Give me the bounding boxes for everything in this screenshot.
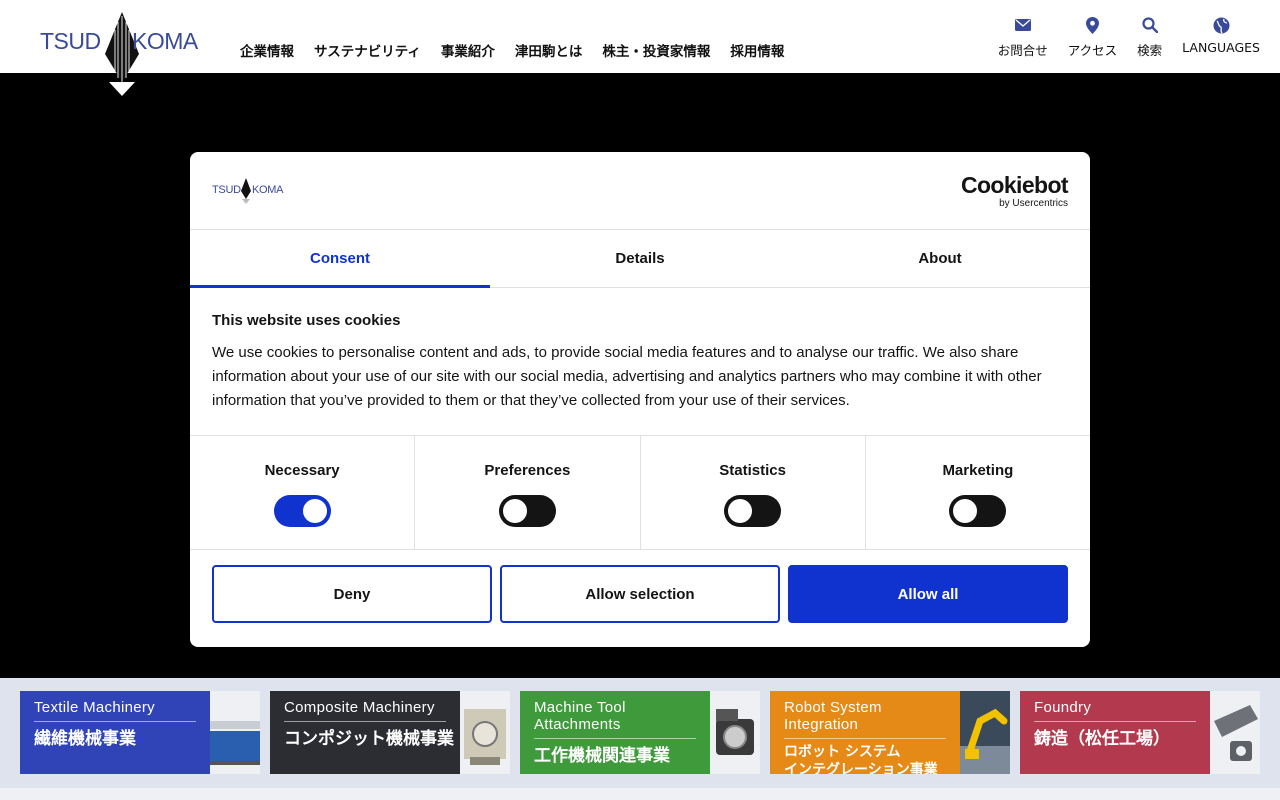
- textile-machine-image: [180, 691, 260, 774]
- allow-all-button[interactable]: Allow all: [788, 565, 1068, 623]
- search-link[interactable]: 検索: [1137, 14, 1162, 59]
- banner-text: Composite Machinery コンポジット機械事業: [270, 691, 460, 774]
- dialog-logo-emblem-icon: [241, 178, 251, 204]
- banner-text: Foundry 鋳造（松任工場）: [1020, 691, 1210, 774]
- dialog-logo-right: KOMA: [252, 184, 284, 196]
- banner-text: Robot System Integration ロボット システム インテグレ…: [770, 691, 960, 774]
- dialog-logo-left: TSUD: [212, 184, 241, 196]
- toggle-knob: [302, 499, 327, 523]
- necessary-toggle[interactable]: [273, 495, 331, 527]
- utility-nav: お問合せ アクセス 検索 LANGUAGES: [998, 14, 1260, 59]
- cookiebot-wordmark: Cookiebot: [960, 172, 1069, 198]
- banner-textile[interactable]: Textile Machinery 繊維機械事業: [20, 691, 260, 774]
- nav-item-business[interactable]: 事業紹介: [441, 40, 495, 60]
- cookiebot-subtitle: by Usercentrics: [999, 198, 1068, 209]
- map-pin-icon: [1085, 14, 1099, 36]
- dialog-text: We use cookies to personalise content an…: [212, 344, 1042, 409]
- banner-text: Machine Tool Attachments 工作機械関連事業: [520, 691, 710, 774]
- dialog-tabs: Consent Details About: [190, 230, 1090, 288]
- contact-label: お問合せ: [997, 43, 1048, 58]
- tab-details[interactable]: Details: [490, 230, 790, 287]
- nav-item-investors[interactable]: 株主・投資家情報: [602, 40, 710, 60]
- site-header: TSUD KOMA 企業情報 サステナビリティ 事業紹介 津田駒とは 株主・投資…: [0, 0, 1280, 96]
- banner-composite[interactable]: Composite Machinery コンポジット機械事業: [270, 691, 510, 774]
- toggle-knob: [953, 499, 978, 523]
- category-statistics: Statistics: [641, 436, 866, 549]
- banner-text: Textile Machinery 繊維機械事業: [20, 691, 210, 774]
- access-link[interactable]: アクセス: [1068, 14, 1117, 59]
- toggle-knob: [502, 499, 527, 523]
- category-preferences: Preferences: [415, 436, 641, 549]
- search-label: 検索: [1137, 43, 1163, 58]
- composite-machine-image: [460, 691, 510, 774]
- toggle-knob: [728, 499, 753, 523]
- cookiebot-brand[interactable]: Cookiebot by Usercentrics: [960, 172, 1069, 210]
- mail-icon: [1014, 14, 1031, 36]
- contact-link[interactable]: お問合せ: [998, 14, 1048, 59]
- category-marketing: Marketing: [866, 436, 1090, 549]
- banner-jp-title: 鋳造（松任工場）: [1034, 729, 1170, 749]
- banner-foundry[interactable]: Foundry 鋳造（松任工場）: [1020, 691, 1260, 774]
- nav-item-sustainability[interactable]: サステナビリティ: [314, 40, 421, 60]
- search-icon: [1142, 14, 1158, 36]
- deny-button[interactable]: Deny: [212, 565, 492, 623]
- preferences-toggle[interactable]: [498, 495, 556, 527]
- category-label: Statistics: [719, 462, 786, 479]
- footer-strip: [0, 788, 1280, 800]
- access-label: アクセス: [1067, 43, 1118, 58]
- nav-item-company[interactable]: 企業情報: [240, 40, 294, 60]
- foundry-casting-image: [1210, 691, 1260, 774]
- languages-link[interactable]: LANGUAGES: [1182, 14, 1260, 59]
- banner-en-title: Textile Machinery: [34, 699, 196, 722]
- dialog-logo: TSUD KOMA: [212, 178, 284, 204]
- banner-en-title: Foundry: [1034, 699, 1196, 722]
- languages-label: LANGUAGES: [1182, 40, 1260, 55]
- cookie-categories: Necessary Preferences Statistics Marketi…: [190, 436, 1090, 550]
- business-banner-strip: Textile Machinery 繊維機械事業 Composite Machi…: [0, 678, 1280, 788]
- banner-en-title: Robot System Integration: [784, 699, 946, 739]
- marketing-toggle[interactable]: [949, 495, 1007, 527]
- category-label: Marketing: [942, 462, 1014, 479]
- tab-consent[interactable]: Consent: [190, 230, 490, 288]
- banner-jp-title: 繊維機械事業: [34, 729, 136, 749]
- category-necessary: Necessary: [190, 436, 416, 549]
- dialog-header: TSUD KOMA Cookiebot by Usercentrics: [190, 152, 1090, 230]
- tab-about[interactable]: About: [790, 230, 1090, 287]
- banner-jp-title: ロボット システム インテグレーション事業: [784, 744, 938, 774]
- category-label: Necessary: [264, 462, 340, 479]
- banner-robot[interactable]: Robot System Integration ロボット システム インテグレ…: [770, 691, 1010, 774]
- dialog-title: This website uses cookies: [212, 312, 401, 329]
- tsudakoma-logo[interactable]: TSUD KOMA: [40, 12, 204, 96]
- banner-jp-title: 工作機械関連事業: [534, 746, 670, 766]
- banner-en-title: Composite Machinery: [284, 699, 446, 722]
- category-label: Preferences: [484, 462, 571, 479]
- banner-en-title: Machine Tool Attachments: [534, 699, 696, 739]
- statistics-toggle[interactable]: [724, 495, 782, 527]
- dialog-actions: Deny Allow selection Allow all: [190, 550, 1090, 638]
- main-nav: 企業情報 サステナビリティ 事業紹介 津田駒とは 株主・投資家情報 採用情報: [240, 40, 784, 60]
- dialog-body: This website uses cookies We use cookies…: [190, 288, 1090, 436]
- banner-jp-title: コンポジット機械事業: [284, 729, 454, 749]
- globe-icon: [1213, 14, 1230, 36]
- cookie-consent-dialog: TSUD KOMA Cookiebot by Usercentrics Cons…: [190, 152, 1090, 647]
- robot-image: [960, 691, 1010, 774]
- allow-selection-button[interactable]: Allow selection: [500, 565, 780, 623]
- logo-text-left: TSUD: [40, 28, 101, 54]
- logo-text-right: KOMA: [132, 28, 198, 54]
- banner-machine-tool[interactable]: Machine Tool Attachments 工作機械関連事業: [520, 691, 760, 774]
- nav-item-about[interactable]: 津田駒とは: [515, 40, 583, 60]
- nav-item-recruit[interactable]: 採用情報: [730, 40, 784, 60]
- machine-tool-image: [710, 691, 760, 774]
